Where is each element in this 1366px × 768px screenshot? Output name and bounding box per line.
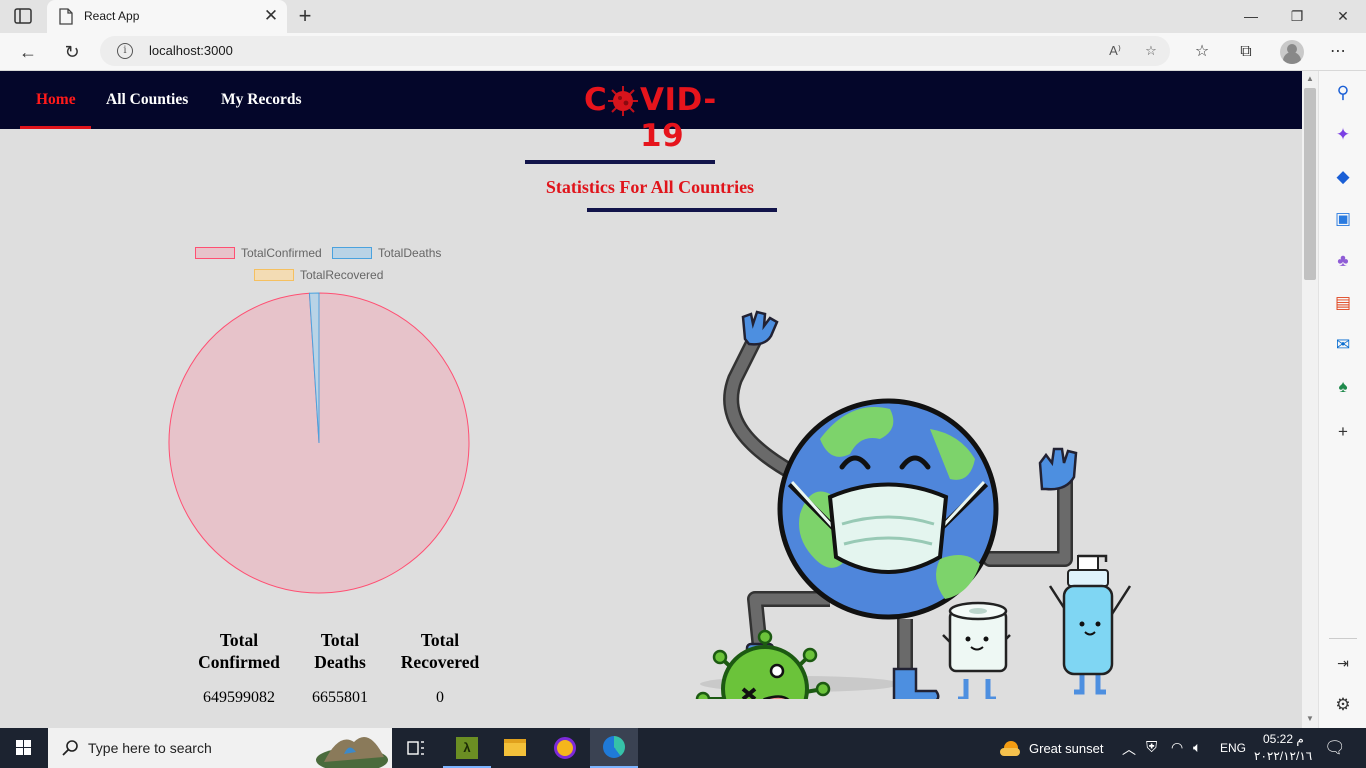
search-icon[interactable]: ⚲	[1331, 81, 1355, 105]
nav-link-my-records[interactable]: My Records	[221, 91, 302, 109]
tab-actions-icon[interactable]	[14, 8, 32, 24]
profile-avatar[interactable]	[1280, 40, 1304, 64]
page-viewport: Home All Counties My Records C VID-19 St…	[0, 71, 1302, 728]
logo-text-left: C	[584, 82, 608, 118]
taskbar-search-placeholder: Type here to search	[88, 740, 212, 756]
stats-header-deaths-line1: Total	[320, 630, 360, 650]
refresh-icon[interactable]: ↻	[58, 38, 86, 66]
windows-taskbar: Type here to search λ Great sunset ︿ ⛨ ◠…	[0, 728, 1366, 768]
collections-icon[interactable]: ⧉	[1233, 39, 1259, 65]
site-info-icon[interactable]: i	[117, 43, 133, 59]
legend-label-deaths[interactable]: TotalDeaths	[378, 246, 441, 260]
scroll-up-arrow-icon[interactable]: ▲	[1306, 75, 1314, 83]
stats-value-recovered: 0	[436, 689, 444, 706]
show-hidden-icons-chevron-icon[interactable]: ︿	[1122, 739, 1136, 759]
add-sidebar-app-icon[interactable]: +	[1331, 420, 1355, 444]
back-arrow-icon[interactable]: ←	[14, 38, 42, 66]
legend-label-recovered[interactable]: TotalRecovered	[300, 268, 383, 282]
tree-icon[interactable]: ♠	[1331, 375, 1355, 399]
volume-icon[interactable]: 🔈︎	[1193, 739, 1201, 756]
task-view-icon[interactable]	[392, 728, 440, 768]
clock-time[interactable]: 05:22 م	[1263, 732, 1304, 746]
page-favicon-icon	[59, 8, 73, 25]
wifi-icon[interactable]: ◠	[1171, 739, 1183, 756]
windows-start-icon[interactable]	[0, 728, 48, 768]
close-window-icon[interactable]: ✕	[1320, 0, 1366, 33]
close-tab-icon[interactable]: ✕	[261, 6, 281, 26]
nav-link-home[interactable]: Home	[36, 91, 76, 109]
scroll-thumb[interactable]	[1304, 88, 1316, 280]
legend-label-confirmed[interactable]: TotalConfirmed	[241, 246, 322, 260]
shopping-tag-icon[interactable]: ◆	[1331, 165, 1355, 189]
page-scrollbar[interactable]: ▲ ▼	[1302, 71, 1318, 728]
url-field[interactable]: i localhost:3000 A⁾ ☆	[100, 36, 1170, 66]
stats-header-recovered: Total Recovered	[385, 629, 495, 673]
clock-date[interactable]: ٢٠٢٢/١٢/١٦	[1254, 749, 1312, 763]
copilot-icon[interactable]: ✦	[1331, 123, 1355, 147]
address-bar-row: ← ↻ i localhost:3000 A⁾ ☆ ☆ ⧉ ⋯	[0, 33, 1366, 71]
brave-browser-icon[interactable]	[540, 728, 588, 768]
browser-tab[interactable]: React App ✕	[47, 0, 287, 33]
legend-swatch-recovered[interactable]	[254, 269, 294, 281]
security-shield-icon[interactable]: ⛨	[1146, 739, 1157, 756]
title-decor-top	[525, 160, 715, 164]
app-terminal-icon[interactable]: λ	[443, 728, 491, 768]
add-favorite-icon[interactable]: ☆	[1142, 42, 1160, 60]
pie-chart	[168, 292, 470, 594]
outlook-icon[interactable]: ✉	[1331, 333, 1355, 357]
scroll-down-arrow-icon[interactable]: ▼	[1306, 715, 1314, 723]
taskbar-search-icon	[62, 740, 78, 756]
edge-sidebar: ⚲ ✦ ◆ ▣ ♣ ▤ ✉ ♠ + ⇥ ⚙	[1318, 71, 1366, 728]
restore-window-icon[interactable]: ❐	[1274, 0, 1320, 33]
stats-header-confirmed-line2: Confirmed	[198, 652, 280, 672]
games-icon[interactable]: ♣	[1331, 249, 1355, 273]
stats-header-confirmed: Total Confirmed	[184, 629, 294, 673]
favorites-icon[interactable]: ☆	[1189, 39, 1215, 65]
url-text[interactable]: localhost:3000	[149, 43, 233, 58]
sidebar-divider	[1329, 638, 1357, 639]
edge-browser-icon[interactable]	[590, 728, 638, 768]
site-navbar: Home All Counties My Records C VID-19	[0, 71, 1302, 154]
virus-logo-icon	[608, 86, 638, 116]
tools-icon[interactable]: ▣	[1331, 207, 1355, 231]
new-tab-icon[interactable]: +	[294, 5, 316, 27]
more-options-icon[interactable]: ⋯	[1325, 39, 1351, 65]
stats-header-confirmed-line1: Total	[219, 630, 259, 650]
active-nav-underline	[20, 126, 91, 129]
logo-text-right: VID-19	[640, 82, 717, 154]
stats-value-confirmed: 649599082	[203, 689, 275, 706]
tab-title: React App	[84, 9, 140, 23]
read-aloud-icon[interactable]: A⁾	[1106, 42, 1124, 60]
legend-swatch-confirmed[interactable]	[195, 247, 235, 259]
minimize-window-icon[interactable]: —	[1228, 0, 1274, 33]
nav-link-all-counties[interactable]: All Counties	[106, 91, 188, 109]
language-indicator[interactable]: ENG	[1220, 741, 1246, 755]
browser-tab-bar: React App ✕ + — ❐ ✕	[0, 0, 1366, 33]
weather-icon[interactable]	[1000, 739, 1020, 757]
legend-swatch-deaths[interactable]	[332, 247, 372, 259]
masked-globe-illustration	[695, 310, 1132, 699]
file-explorer-icon[interactable]	[491, 728, 539, 768]
stats-value-deaths: 6655801	[312, 689, 368, 706]
title-decor-bottom	[587, 208, 777, 212]
notifications-icon[interactable]: 🗨︎	[1324, 738, 1346, 758]
search-highlight-image	[316, 737, 388, 768]
hide-sidebar-icon[interactable]: ⇥	[1331, 651, 1355, 675]
office-icon[interactable]: ▤	[1331, 291, 1355, 315]
stats-header-recovered-line1: Total	[420, 630, 460, 650]
settings-gear-icon[interactable]: ⚙	[1331, 693, 1355, 717]
stats-header-deaths: Total Deaths	[285, 629, 395, 673]
stats-header-recovered-line2: Recovered	[400, 652, 480, 672]
section-title: Statistics For All Countries	[545, 177, 755, 197]
stats-header-deaths-line2: Deaths	[314, 652, 366, 672]
taskbar-search-box[interactable]: Type here to search	[48, 728, 392, 768]
weather-text[interactable]: Great sunset	[1029, 741, 1103, 756]
